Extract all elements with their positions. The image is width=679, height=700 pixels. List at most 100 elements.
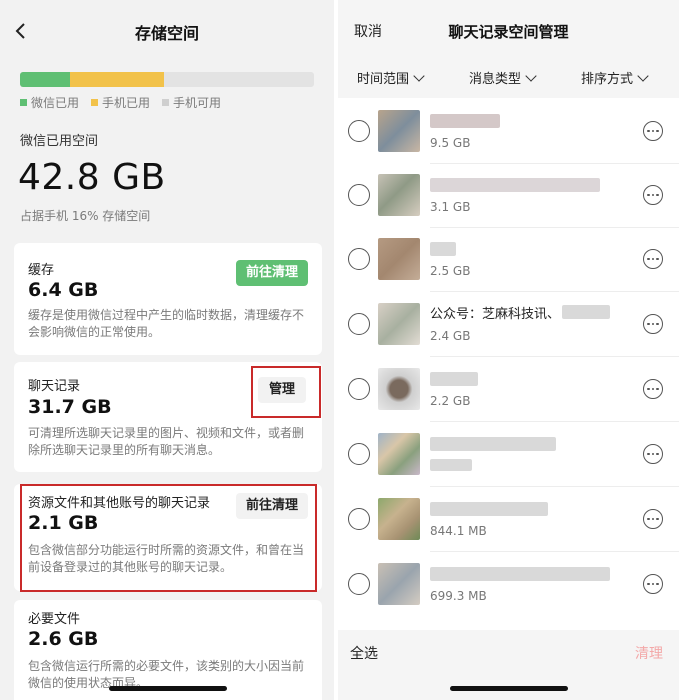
chat-size: 9.5 GB	[430, 136, 471, 150]
legend-swatch	[91, 99, 99, 106]
filter-message-type[interactable]: 消息类型	[469, 68, 537, 87]
filter-bar: 时间范围 消息类型 排序方式	[338, 62, 679, 96]
select-radio[interactable]	[348, 248, 370, 270]
chat-list: 9.5 GB 3.1 GB 2.5 GB 公众号：芝麻科技讯、 2.4 GB 2…	[338, 98, 679, 630]
filter-time-range[interactable]: 时间范围	[357, 68, 425, 87]
select-radio[interactable]	[348, 184, 370, 206]
avatar	[378, 238, 420, 280]
avatar	[378, 303, 420, 345]
chat-name-blurred	[430, 114, 500, 128]
cache-title: 缓存	[28, 263, 55, 278]
chat-name-blurred	[430, 178, 600, 192]
essential-files-size: 2.6 GB	[28, 628, 99, 650]
legend-swatch	[162, 99, 170, 106]
filter-label: 时间范围	[357, 72, 410, 87]
chat-records-size: 31.7 GB	[28, 396, 112, 418]
home-indicator	[109, 686, 227, 691]
chat-name-blurred	[430, 567, 610, 581]
legend-wechat-used: 微信已用	[20, 94, 79, 111]
chevron-down-icon	[525, 69, 537, 82]
list-item[interactable]: 2.5 GB	[338, 228, 679, 292]
chat-size: 2.5 GB	[430, 264, 471, 278]
wechat-used-label: 微信已用空间	[20, 134, 99, 149]
avatar	[378, 563, 420, 605]
list-item[interactable]: 844.1 MB	[338, 488, 679, 552]
cache-card: 缓存 6.4 GB 前往清理 缓存是使用微信过程中产生的临时数据，清理缓存不会影…	[14, 243, 322, 355]
wechat-used-percent: 占据手机 16% 存储空间	[20, 209, 151, 223]
chat-size: 699.3 MB	[430, 589, 487, 603]
wechat-used-segment	[20, 72, 70, 87]
chat-records-description: 可清理所选聊天记录里的图片、视频和文件，或者删除所选聊天记录里的所有聊天消息。	[28, 426, 305, 457]
chat-name-blurred	[430, 242, 456, 256]
clear-button[interactable]: 清理	[635, 643, 663, 663]
more-icon[interactable]	[643, 574, 663, 594]
list-item[interactable]: 699.3 MB	[338, 553, 679, 617]
more-icon[interactable]	[643, 185, 663, 205]
list-item[interactable]	[338, 423, 679, 487]
page-title: 存储空间	[134, 24, 199, 43]
avatar	[378, 433, 420, 475]
storage-space-panel: 存储空间 微信已用 手机已用 手机可用 微信已用空间 42.8 GB 占据手机 …	[0, 0, 334, 700]
chat-size: 2.4 GB	[430, 329, 471, 343]
management-header: 取消 聊天记录空间管理	[338, 0, 679, 62]
legend-label: 手机可用	[173, 96, 222, 110]
chevron-down-icon	[413, 69, 425, 82]
phone-used-segment	[69, 72, 165, 87]
highlight-resources-box	[20, 484, 317, 592]
select-all-button[interactable]: 全选	[350, 643, 378, 663]
select-radio[interactable]	[348, 443, 370, 465]
chat-name-blurred	[430, 502, 548, 516]
chevron-down-icon	[637, 69, 649, 82]
filter-label: 消息类型	[469, 72, 522, 87]
more-icon[interactable]	[643, 444, 663, 464]
list-item[interactable]: 公众号：芝麻科技讯、 2.4 GB	[338, 293, 679, 357]
avatar	[378, 368, 420, 410]
chat-storage-management-panel: 取消 聊天记录空间管理 时间范围 消息类型 排序方式 9.5 GB 3.1 GB…	[338, 0, 679, 700]
legend-label: 微信已用	[31, 96, 80, 110]
select-radio[interactable]	[348, 378, 370, 400]
storage-usage-bar	[20, 72, 314, 87]
chat-name-blurred	[430, 372, 478, 386]
avatar	[378, 110, 420, 152]
chat-name-blurred	[562, 305, 610, 319]
row-divider	[430, 551, 679, 552]
legend-phone-used: 手机已用	[91, 94, 150, 111]
chat-records-title: 聊天记录	[28, 379, 81, 394]
more-icon[interactable]	[643, 379, 663, 399]
wechat-used-size: 42.8 GB	[18, 157, 166, 198]
essential-files-title: 必要文件	[28, 612, 81, 627]
legend-phone-free: 手机可用	[162, 94, 221, 111]
list-item[interactable]: 2.2 GB	[338, 358, 679, 422]
cache-clean-button[interactable]: 前往清理	[236, 260, 308, 286]
chat-name-blurred	[430, 437, 556, 451]
storage-header: 存储空间	[0, 0, 334, 62]
home-indicator	[450, 686, 568, 691]
list-item[interactable]: 3.1 GB	[338, 164, 679, 228]
select-radio[interactable]	[348, 573, 370, 595]
filter-sort-order[interactable]: 排序方式	[581, 68, 649, 87]
list-item[interactable]: 9.5 GB	[338, 100, 679, 164]
select-radio[interactable]	[348, 120, 370, 142]
row-divider	[430, 356, 679, 357]
more-icon[interactable]	[643, 121, 663, 141]
page-title: 聊天记录空间管理	[448, 23, 569, 41]
row-divider	[430, 291, 679, 292]
legend-label: 手机已用	[102, 96, 151, 110]
more-icon[interactable]	[643, 249, 663, 269]
highlight-manage-box	[251, 366, 321, 418]
select-radio[interactable]	[348, 508, 370, 530]
chat-name: 公众号：芝麻科技讯、	[430, 307, 561, 322]
avatar	[378, 174, 420, 216]
cache-size: 6.4 GB	[28, 279, 99, 301]
storage-legend: 微信已用 手机已用 手机可用	[20, 94, 221, 111]
select-radio[interactable]	[348, 313, 370, 335]
chat-size: 844.1 MB	[430, 524, 487, 538]
more-icon[interactable]	[643, 509, 663, 529]
chat-size-blurred	[430, 459, 472, 471]
more-icon[interactable]	[643, 314, 663, 334]
row-divider	[430, 421, 679, 422]
essential-files-card: 必要文件 2.6 GB 包含微信运行所需的必要文件，该类别的大小因当前微信的使用…	[14, 600, 322, 700]
filter-label: 排序方式	[581, 72, 634, 87]
avatar	[378, 498, 420, 540]
row-divider	[430, 486, 679, 487]
